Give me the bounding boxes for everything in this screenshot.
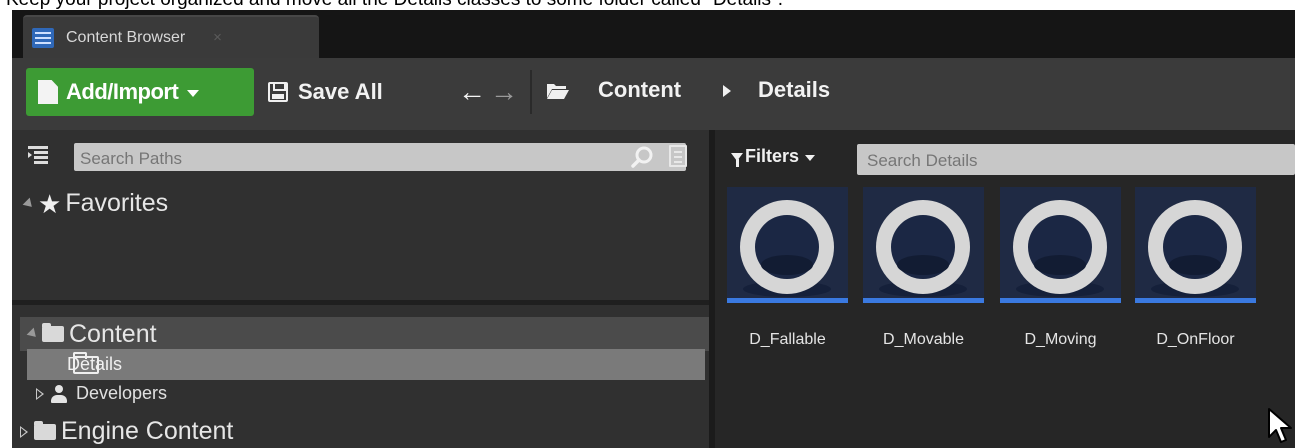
save-all-button[interactable]: Save All (268, 68, 383, 116)
asset-thumbnail (863, 187, 984, 303)
mouse-cursor-icon (1268, 408, 1292, 443)
expand-arrow-icon[interactable] (20, 425, 28, 438)
favorites-label: Favorites (65, 189, 169, 217)
tab-label: Content Browser (66, 28, 186, 46)
filters-label: Filters (745, 146, 800, 166)
tree-item-engine-content[interactable]: Engine Content (20, 417, 233, 446)
folder-icon (34, 420, 56, 440)
asset-thumbnail (727, 187, 848, 303)
asset-name: D_Fallable (749, 331, 826, 348)
search-details-input[interactable] (857, 144, 1295, 175)
close-icon[interactable]: × (213, 29, 222, 46)
chevron-down-icon (187, 90, 200, 97)
asset-type-bar (1000, 298, 1121, 303)
toolbar-separator (530, 70, 532, 114)
tree-item-label: Content (69, 319, 157, 348)
star-icon: ★ (38, 188, 62, 219)
asset-tile[interactable]: D_OnFloor (1135, 187, 1256, 349)
tree-item-label: Engine Content (61, 417, 234, 445)
content-browser-icon (32, 27, 54, 48)
folder-icon (73, 352, 99, 374)
filter-icon (731, 152, 743, 167)
favorites-section[interactable]: ★ Favorites (22, 188, 169, 219)
breadcrumb-details[interactable]: Details (758, 77, 830, 103)
breadcrumb-arrow-icon[interactable] (723, 85, 731, 97)
breadcrumb-content[interactable]: Content (598, 77, 681, 103)
back-arrow-icon[interactable]: ← (458, 78, 486, 106)
asset-tile[interactable]: D_Fallable (727, 187, 848, 349)
add-import-button[interactable]: Add/Import (26, 68, 254, 116)
asset-tile[interactable]: D_Movable (863, 187, 984, 349)
asset-thumbnail (1135, 187, 1256, 303)
assets-panel: Filters D_Fallable (715, 130, 1295, 448)
ring-icon (1148, 200, 1242, 297)
forward-arrow-icon[interactable]: → (490, 78, 518, 106)
folder-icon (42, 323, 64, 342)
user-icon (50, 384, 68, 403)
save-all-label: Save All (298, 79, 383, 104)
collapse-arrow-icon[interactable] (26, 327, 40, 341)
chevron-down-icon (805, 154, 816, 161)
filters-button[interactable]: Filters (731, 146, 816, 167)
new-document-icon (38, 80, 58, 104)
ring-icon (876, 200, 970, 297)
tree-item-details[interactable]: Details (27, 349, 705, 380)
folder-open-icon (547, 84, 569, 99)
view-options-icon[interactable] (669, 145, 687, 167)
asset-thumbnail (1000, 187, 1121, 303)
instruction-caption: Keep your project organized and move all… (0, 0, 1295, 10)
tree-item-label: Developers (76, 383, 168, 403)
add-import-label: Add/Import (66, 79, 179, 104)
search-paths-input[interactable] (74, 143, 686, 171)
ring-icon (1013, 200, 1107, 297)
asset-type-bar (863, 298, 984, 303)
tree-toggle-icon[interactable] (28, 146, 48, 164)
asset-tile[interactable]: D_Moving (1000, 187, 1121, 349)
save-icon (268, 82, 288, 102)
toolbar: Add/Import Save All ← → Content Details (12, 58, 1295, 130)
asset-name: D_Movable (883, 331, 964, 348)
search-icon[interactable] (631, 146, 653, 168)
panel-divider[interactable] (12, 300, 709, 305)
asset-type-bar (1135, 298, 1256, 303)
asset-type-bar (727, 298, 848, 303)
tree-item-content[interactable]: Content (20, 317, 709, 351)
asset-name: D_Moving (1024, 331, 1097, 348)
tree-item-developers[interactable]: Developers (36, 383, 167, 404)
tab-content-browser[interactable]: Content Browser × (23, 15, 319, 58)
ring-icon (740, 200, 834, 297)
content-browser-window: Content Browser × Add/Import Save All ← … (12, 10, 1295, 448)
tab-strip: Content Browser × (12, 10, 1295, 58)
asset-name: D_OnFloor (1156, 331, 1235, 348)
collapse-arrow-icon[interactable] (22, 197, 36, 210)
expand-arrow-icon[interactable] (36, 387, 44, 400)
